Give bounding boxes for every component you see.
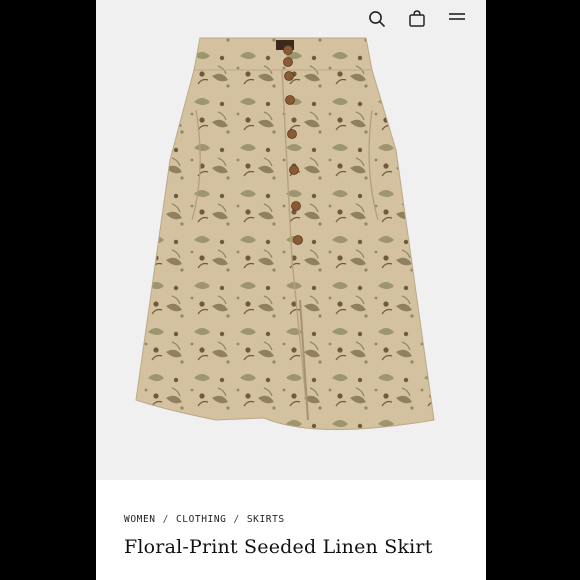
product-page: WOMEN / CLOTHING / SKIRTS Floral-Print S…	[96, 0, 486, 580]
breadcrumb-separator: /	[233, 514, 240, 525]
screenshot-canvas: WOMEN / CLOTHING / SKIRTS Floral-Print S…	[0, 0, 580, 580]
product-image[interactable]	[96, 0, 486, 480]
header-icons	[366, 8, 468, 30]
product-title: Floral-Print Seeded Linen Skirt	[124, 536, 433, 558]
breadcrumb-clothing[interactable]: CLOTHING	[176, 514, 227, 525]
product-info: WOMEN / CLOTHING / SKIRTS Floral-Print S…	[96, 480, 486, 580]
product-image-area	[96, 0, 486, 480]
breadcrumb-women[interactable]: WOMEN	[124, 514, 156, 525]
breadcrumb: WOMEN / CLOTHING / SKIRTS	[124, 514, 285, 525]
breadcrumb-skirts[interactable]: SKIRTS	[247, 514, 285, 525]
menu-icon[interactable]	[446, 8, 468, 30]
shopping-bag-icon[interactable]	[406, 8, 428, 30]
breadcrumb-separator: /	[162, 514, 169, 525]
search-icon[interactable]	[366, 8, 388, 30]
